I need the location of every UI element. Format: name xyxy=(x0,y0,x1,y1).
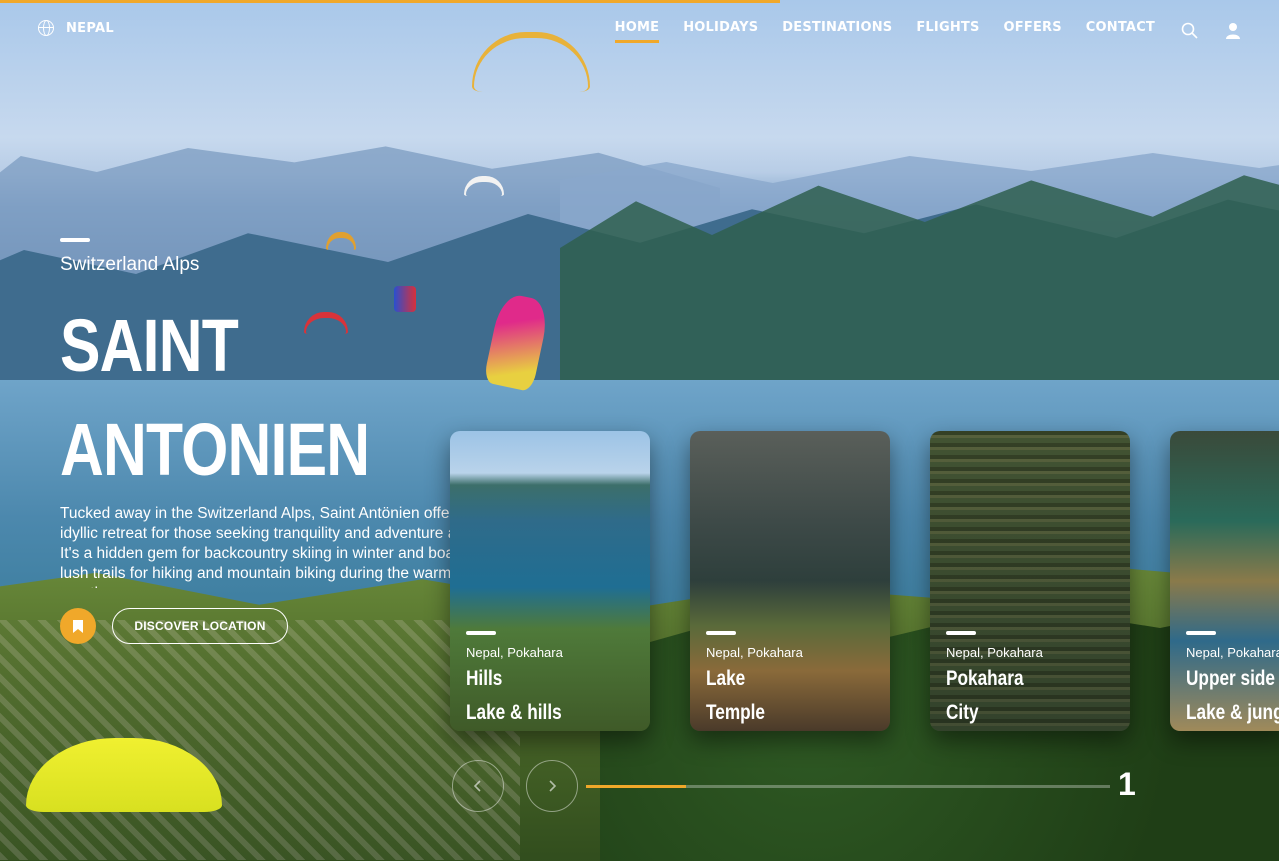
slider-controls xyxy=(452,760,578,812)
bookmark-button[interactable] xyxy=(60,608,96,644)
destination-card[interactable]: Nepal, Pokahara Hills Lake & hills xyxy=(450,431,650,731)
card-title-1: Lake xyxy=(706,667,746,690)
brand-label: NEPAL xyxy=(66,20,114,36)
nav-contact[interactable]: CONTACT xyxy=(1086,20,1155,41)
card-place: Nepal, Pokahara xyxy=(706,645,803,660)
card-place: Nepal, Pokahara xyxy=(466,645,563,660)
card-dash xyxy=(1186,631,1216,635)
card-place: Nepal, Pokahara xyxy=(1186,645,1279,660)
slide-number: 1 xyxy=(1118,766,1136,802)
destination-card[interactable]: Nepal, Pokahara Pokahara City xyxy=(930,431,1130,731)
globe-icon xyxy=(38,20,54,36)
nav-holidays[interactable]: HOLIDAYS xyxy=(683,20,758,41)
hero-title-line2: ANTONIEN xyxy=(60,408,370,491)
card-dash xyxy=(946,631,976,635)
search-icon[interactable] xyxy=(1179,21,1199,41)
card-title-1: Pokahara xyxy=(946,667,1024,690)
card-dash xyxy=(466,631,496,635)
nav-flights[interactable]: FLIGHTS xyxy=(916,20,979,41)
prev-slide-button[interactable] xyxy=(452,760,504,812)
card-title-2: Lake & hills xyxy=(466,701,562,724)
card-dash xyxy=(706,631,736,635)
page-progress-bar xyxy=(0,0,781,3)
hero-dash xyxy=(60,238,90,242)
main-nav: HOME HOLIDAYS DESTINATIONS FLIGHTS OFFER… xyxy=(591,20,1243,43)
chevron-right-icon xyxy=(549,780,557,792)
destination-card[interactable]: Nepal, Pokahara Lake Temple xyxy=(690,431,890,731)
card-place: Nepal, Pokahara xyxy=(946,645,1043,660)
hero-actions: DISCOVER LOCATION xyxy=(60,608,288,644)
destination-card[interactable]: Nepal, Pokahara Upper side Lake & jungle xyxy=(1170,431,1279,731)
brand[interactable]: NEPAL xyxy=(38,20,114,36)
card-title-2: City xyxy=(946,701,979,724)
hero-title: SAINT ANTONIEN xyxy=(60,294,404,502)
nav-home[interactable]: HOME xyxy=(614,20,660,43)
chevron-left-icon xyxy=(473,780,481,792)
user-icon[interactable] xyxy=(1223,21,1243,41)
slider-progress-fill xyxy=(586,785,686,788)
bookmark-icon xyxy=(73,619,83,633)
hero-content: Switzerland Alps SAINT ANTONIEN Tucked a… xyxy=(60,238,484,644)
nav-offers[interactable]: OFFERS xyxy=(1004,20,1062,41)
hero-title-line1: SAINT xyxy=(60,304,239,387)
slider-progress-track xyxy=(586,785,1110,788)
next-slide-button[interactable] xyxy=(526,760,578,812)
card-title-2: Temple xyxy=(706,701,766,724)
nav-destinations[interactable]: DESTINATIONS xyxy=(782,20,892,41)
destination-cards: Nepal, Pokahara Hills Lake & hills Nepal… xyxy=(450,431,1279,731)
site-header: NEPAL HOME HOLIDAYS DESTINATIONS FLIGHTS… xyxy=(0,0,1279,58)
town xyxy=(0,620,520,860)
hero-description: Tucked away in the Switzerland Alps, Sai… xyxy=(60,505,484,588)
discover-location-button[interactable]: DISCOVER LOCATION xyxy=(112,608,288,644)
card-title-1: Hills xyxy=(466,667,503,690)
hero-subtitle: Switzerland Alps xyxy=(60,254,200,275)
card-title-1: Upper side xyxy=(1186,667,1275,690)
card-title-2: Lake & jungle xyxy=(1186,701,1279,724)
